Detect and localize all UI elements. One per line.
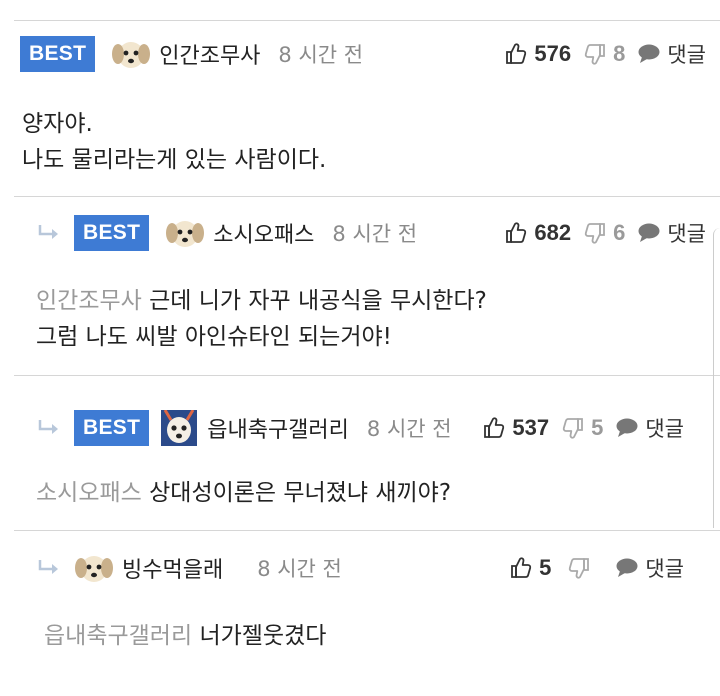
reply-label: 댓글 — [667, 222, 706, 246]
comment-header: BEST 읍내축구갤러리 8 시간 전 — [36, 408, 452, 448]
comment-line: 인간조무사 근데 니가 자꾸 내공식을 무시한다? — [36, 283, 487, 319]
comment-line: 나도 물리라는게 있는 사람이다. — [22, 147, 327, 173]
timestamp: 8 시간 전 — [278, 43, 364, 67]
reply-button[interactable]: 댓글 — [637, 218, 706, 248]
thumbs-down-icon — [569, 558, 590, 579]
author-name[interactable]: 소시오패스 — [213, 217, 314, 249]
speech-bubble-icon — [616, 558, 638, 577]
author-name[interactable]: 빙수먹을래 — [122, 552, 223, 584]
reply-arrow-icon — [38, 418, 60, 436]
thumbs-down-icon — [584, 223, 606, 244]
timestamp: 8 시간 전 — [332, 222, 418, 246]
comment-line: 소시오패스 상대성이론은 무너졌냐 새끼야? — [36, 475, 451, 511]
divider — [14, 375, 720, 376]
thumbs-down-icon — [584, 44, 606, 65]
thumbs-up-icon — [511, 557, 532, 578]
comment-text: 상대성이론은 무너졌냐 새끼야? — [149, 480, 452, 506]
timestamp: 8 시간 전 — [257, 557, 342, 581]
speech-bubble-icon — [638, 223, 660, 242]
dislike-button[interactable]: 8 — [583, 41, 625, 67]
reply-arrow-icon — [38, 558, 60, 576]
comment-actions: 682 6 댓글 — [492, 213, 706, 253]
comment-header: BEST 인간조무사 8 시간 전 — [20, 34, 363, 74]
dislike-count: 5 — [591, 415, 604, 440]
comment-body: 소시오패스 상대성이론은 무너졌냐 새끼야? — [36, 475, 451, 511]
like-button[interactable]: 5 — [509, 555, 551, 581]
dislike-button[interactable] — [567, 556, 597, 580]
reply-button[interactable]: 댓글 — [615, 553, 684, 583]
comment-actions: 537 5 댓글 — [470, 408, 684, 448]
like-count: 576 — [534, 41, 572, 66]
mention-link[interactable]: 소시오패스 — [36, 480, 142, 506]
comment-actions: 5 댓글 — [497, 548, 684, 588]
dislike-count: 8 — [613, 41, 626, 66]
divider — [14, 20, 720, 21]
like-button[interactable]: 537 — [482, 415, 549, 441]
comment-line: 그럼 나도 씨발 아인슈타인 되는거야! — [36, 324, 392, 350]
dislike-count: 6 — [613, 220, 626, 245]
reply-arrow-icon — [38, 223, 60, 241]
dislike-button[interactable]: 6 — [583, 220, 625, 246]
best-badge: BEST — [20, 36, 96, 72]
scroll-edge — [713, 228, 720, 528]
best-badge: BEST — [74, 410, 150, 446]
comment-body: 인간조무사 근데 니가 자꾸 내공식을 무시한다? 그럼 나도 씨발 아인슈타인… — [36, 283, 487, 355]
reply-label: 댓글 — [645, 557, 684, 581]
avatar[interactable] — [165, 215, 205, 251]
divider — [14, 196, 720, 197]
reply-label: 댓글 — [667, 43, 706, 67]
author-name[interactable]: 인간조무사 — [159, 38, 260, 70]
reply-label: 댓글 — [645, 417, 684, 441]
avatar[interactable] — [74, 550, 114, 586]
like-count: 5 — [539, 555, 552, 580]
comment-body: 읍내축구갤러리 너가젤웃겼다 — [44, 618, 326, 654]
thumbs-up-icon — [506, 222, 527, 243]
comment-text: 너가젤웃겼다 — [199, 623, 327, 649]
like-button[interactable]: 576 — [504, 41, 571, 67]
mention-link[interactable]: 읍내축구갤러리 — [44, 623, 192, 649]
dislike-button[interactable]: 5 — [561, 415, 603, 441]
mention-link[interactable]: 인간조무사 — [36, 288, 142, 314]
comment-body: 양자야. 나도 물리라는게 있는 사람이다. — [22, 106, 326, 178]
like-count: 537 — [512, 415, 550, 440]
timestamp: 8 시간 전 — [366, 417, 452, 441]
comment-actions: 576 8 댓글 — [492, 34, 706, 74]
divider — [14, 530, 720, 531]
like-count: 682 — [534, 220, 572, 245]
thumbs-up-icon — [484, 417, 505, 438]
best-badge: BEST — [74, 215, 150, 251]
thumbs-down-icon — [562, 418, 584, 439]
comment-text: 근데 니가 자꾸 내공식을 무시한다? — [149, 288, 487, 314]
reply-button[interactable]: 댓글 — [637, 39, 706, 69]
like-button[interactable]: 682 — [504, 220, 571, 246]
author-name[interactable]: 읍내축구갤러리 — [207, 412, 349, 444]
speech-bubble-icon — [616, 418, 638, 437]
reply-button[interactable]: 댓글 — [615, 413, 684, 443]
comment-line: 양자야. — [22, 111, 93, 137]
thumbs-up-icon — [506, 43, 527, 64]
speech-bubble-icon — [638, 44, 660, 63]
comment-header: BEST 소시오패스 8 시간 전 — [36, 213, 417, 253]
comment-header: 빙수먹을래 8 시간 전 — [36, 548, 342, 588]
comment-line: 읍내축구갤러리 너가젤웃겼다 — [44, 618, 326, 654]
avatar[interactable] — [159, 410, 199, 446]
avatar[interactable] — [111, 36, 151, 72]
